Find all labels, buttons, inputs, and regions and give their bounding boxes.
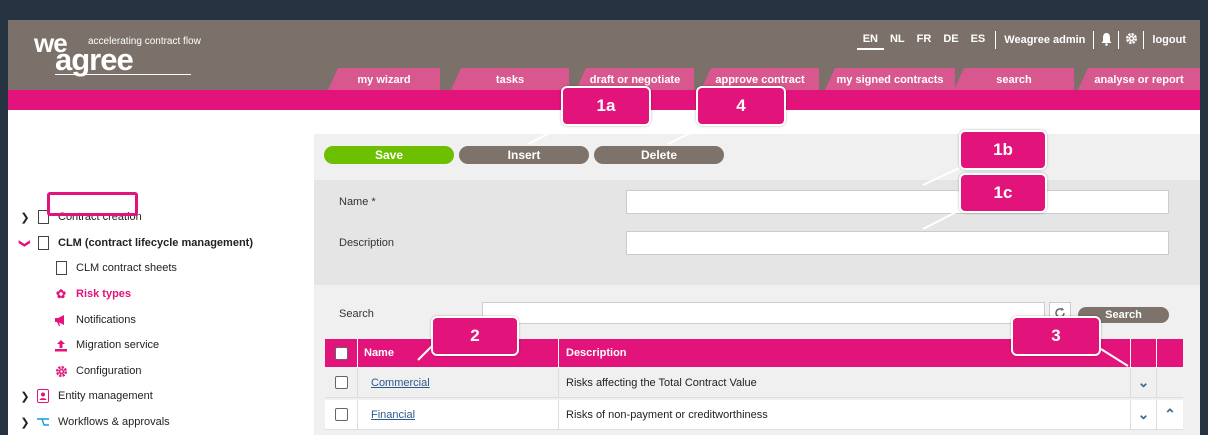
callout-1c: 1c <box>959 173 1047 213</box>
callout-1b: 1b <box>959 130 1047 170</box>
callout-2: 2 <box>431 316 519 356</box>
callout-3: 3 <box>1011 316 1101 356</box>
callout-1a: 1a <box>561 86 651 126</box>
callout-pointers <box>417 123 1129 367</box>
callout-4: 4 <box>696 86 786 126</box>
app-window: we accelerating contract flow agree EN N… <box>8 20 1200 435</box>
